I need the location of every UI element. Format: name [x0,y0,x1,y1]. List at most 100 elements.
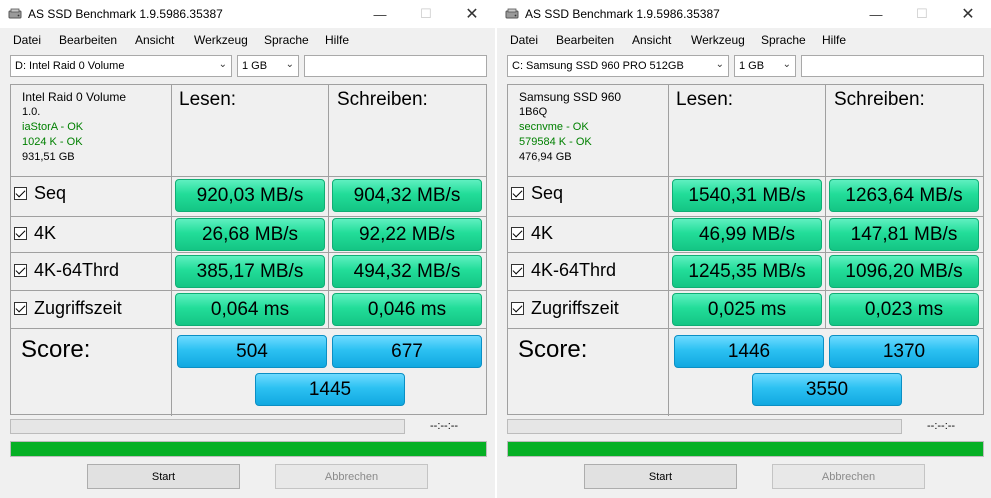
size-select[interactable]: 1 GB ⌄ [734,55,796,77]
drive-firmware: 1B6Q [519,106,548,118]
menu-datei[interactable]: Datei [510,33,538,47]
total-progress-bar [10,441,487,457]
size-select-value: 1 GB [242,60,268,72]
checkbox-checked-icon[interactable] [511,264,524,277]
4k-read-result: 26,68 MB/s [175,218,325,251]
score-label: Score: [21,336,91,363]
write-score: 677 [332,335,482,368]
menu-bearbeiten[interactable]: Bearbeiten [59,33,117,47]
result-name-input[interactable] [304,55,487,77]
menu-hilfe[interactable]: Hilfe [325,33,349,47]
progress-fill [508,442,983,456]
read-score: 1446 [674,335,824,368]
chevron-down-icon: ⌄ [285,59,294,70]
test-label: Zugriffszeit [34,298,122,318]
seq-read-result: 1540,31 MB/s [672,179,822,212]
checkbox-checked-icon[interactable] [14,187,27,200]
title-bar[interactable]: AS SSD Benchmark 1.9.5986.35387 — ☐ ✕ [0,0,495,28]
window-title: AS SSD Benchmark 1.9.5986.35387 [28,7,223,21]
drive-capacity: 476,94 GB [519,151,572,163]
4k-64thrd-read-result: 1245,35 MB/s [672,255,822,288]
menu-sprache[interactable]: Sprache [761,33,806,47]
close-icon[interactable]: ✕ [449,0,495,28]
maximize-icon[interactable]: ☐ [899,0,945,28]
chevron-down-icon: ⌄ [715,59,724,70]
checkbox-checked-icon[interactable] [14,227,27,240]
test-label: 4K-64Thrd [531,260,617,280]
window-title: AS SSD Benchmark 1.9.5986.35387 [525,7,720,21]
minimize-icon[interactable]: — [357,0,403,28]
checkbox-checked-icon[interactable] [511,302,524,315]
cancel-button[interactable]: Abbrechen [275,464,428,489]
checkbox-checked-icon[interactable] [14,302,27,315]
test-access-time[interactable]: Zugriffszeit [14,298,122,319]
menu-ansicht[interactable]: Ansicht [632,33,671,47]
test-label: Seq [531,183,564,203]
alignment-status: 1024 K - OK [22,136,83,148]
start-button[interactable]: Start [87,464,240,489]
start-button[interactable]: Start [584,464,737,489]
drive-info: Samsung SSD 960 1B6Q secnvme - OK 579584… [519,90,621,165]
menu-werkzeug[interactable]: Werkzeug [691,33,745,47]
chevron-down-icon: ⌄ [782,59,791,70]
cancel-button[interactable]: Abbrechen [772,464,925,489]
4k-write-result: 147,81 MB/s [829,218,979,251]
total-progress-bar [507,441,984,457]
4k-64thrd-write-result: 1096,20 MB/s [829,255,979,288]
alignment-status: 579584 K - OK [519,136,592,148]
menu-datei[interactable]: Datei [13,33,41,47]
checkbox-checked-icon[interactable] [511,227,524,240]
close-icon[interactable]: ✕ [945,0,991,28]
size-select-value: 1 GB [739,60,765,72]
4k-read-result: 46,99 MB/s [672,218,822,251]
checkbox-checked-icon[interactable] [511,187,524,200]
menu-bearbeiten[interactable]: Bearbeiten [556,33,614,47]
menu-hilfe[interactable]: Hilfe [822,33,846,47]
seq-write-result: 1263,64 MB/s [829,179,979,212]
driver-status: secnvme - OK [519,121,589,133]
drive-info: Intel Raid 0 Volume 1.0. iaStorA - OK 10… [22,90,126,165]
drive-select[interactable]: C: Samsung SSD 960 PRO 512GB ⌄ [507,55,729,77]
read-score: 504 [177,335,327,368]
title-bar[interactable]: AS SSD Benchmark 1.9.5986.35387 — ☐ ✕ [497,0,991,28]
4k-64thrd-write-result: 494,32 MB/s [332,255,482,288]
minimize-icon[interactable]: — [853,0,899,28]
hard-drive-icon [8,8,22,19]
size-select[interactable]: 1 GB ⌄ [237,55,299,77]
total-score: 1445 [255,373,405,406]
test-4k-64thrd[interactable]: 4K-64Thrd [14,260,119,281]
score-label: Score: [518,336,588,363]
total-score: 3550 [752,373,902,406]
test-seq[interactable]: Seq [14,183,66,204]
result-name-input[interactable] [801,55,984,77]
test-label: 4K-64Thrd [34,260,120,280]
read-header: Lesen: [179,89,237,110]
drive-firmware: 1.0. [22,106,41,118]
test-label: 4K [531,223,554,243]
drive-select[interactable]: D: Intel Raid 0 Volume ⌄ [10,55,232,77]
seq-write-result: 904,32 MB/s [332,179,482,212]
menu-bar: Datei Bearbeiten Ansicht Werkzeug Sprach… [0,28,495,52]
menu-werkzeug[interactable]: Werkzeug [194,33,248,47]
test-label: Zugriffszeit [531,298,619,318]
access-time-write-result: 0,046 ms [332,293,482,326]
hard-drive-icon [505,8,519,19]
results-grid: Samsung SSD 960 1B6Q secnvme - OK 579584… [507,84,984,416]
test-seq[interactable]: Seq [511,183,563,204]
menu-sprache[interactable]: Sprache [264,33,309,47]
test-4k[interactable]: 4K [511,223,553,244]
test-4k[interactable]: 4K [14,223,56,244]
test-access-time[interactable]: Zugriffszeit [511,298,619,319]
chevron-down-icon: ⌄ [218,59,227,70]
menu-bar: Datei Bearbeiten Ansicht Werkzeug Sprach… [497,28,991,52]
write-header: Schreiben: [337,89,428,110]
4k-write-result: 92,22 MB/s [332,218,482,251]
benchmark-window-1: AS SSD Benchmark 1.9.5986.35387 — ☐ ✕ Da… [0,0,495,498]
checkbox-checked-icon[interactable] [14,264,27,277]
menu-ansicht[interactable]: Ansicht [135,33,174,47]
results-grid: Intel Raid 0 Volume 1.0. iaStorA - OK 10… [10,84,487,416]
test-4k-64thrd[interactable]: 4K-64Thrd [511,260,616,281]
access-time-write-result: 0,023 ms [829,293,979,326]
benchmark-window-2: AS SSD Benchmark 1.9.5986.35387 — ☐ ✕ Da… [497,0,991,498]
maximize-icon[interactable]: ☐ [403,0,449,28]
